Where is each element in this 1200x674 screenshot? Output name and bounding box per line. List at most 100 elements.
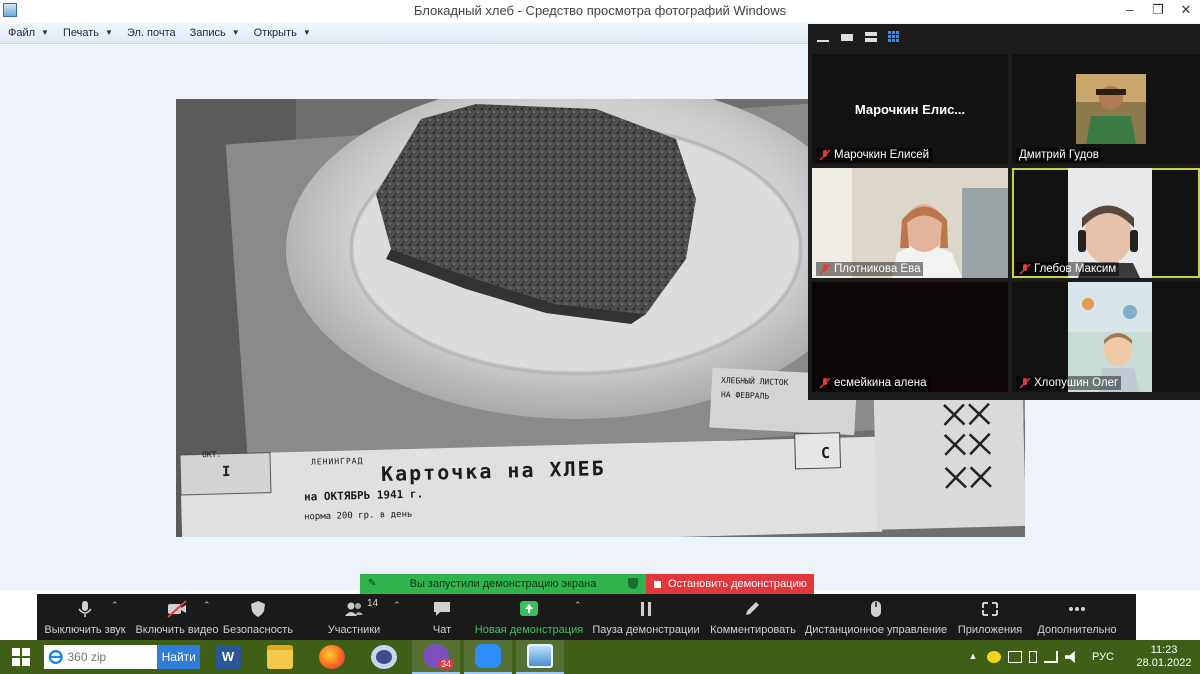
- video-off-icon: [167, 600, 187, 618]
- mic-muted-icon: [1019, 377, 1031, 389]
- taskbar-search: Найти: [44, 645, 200, 669]
- new-share-button[interactable]: ⌃ Новая демонстрация: [471, 594, 587, 640]
- menu-file[interactable]: Файл ▼: [8, 27, 49, 39]
- small-card-line2: НА ФЕВРАЛЬ: [720, 390, 770, 401]
- mute-button[interactable]: ⌃ Выключить звук: [37, 594, 133, 640]
- clock-time: 11:23: [1150, 644, 1178, 656]
- menu-email[interactable]: Эл. почта: [127, 27, 176, 39]
- participant-name: Марочкин Елисей: [834, 149, 930, 161]
- remote-control-button[interactable]: Дистанционное управление: [801, 594, 951, 640]
- more-button[interactable]: Дополнительно: [1029, 594, 1125, 640]
- taskbar-viber[interactable]: 34: [412, 640, 460, 674]
- chevron-up-icon[interactable]: ⌃: [393, 600, 401, 611]
- card-city: ЛЕНИНГРАД: [310, 456, 364, 467]
- close-button[interactable]: ✕: [1172, 0, 1200, 22]
- pencil-icon: [746, 602, 759, 615]
- share-status-message[interactable]: ✎ Вы запустили демонстрацию экрана: [360, 574, 646, 594]
- taskbar-zoom[interactable]: [464, 640, 512, 674]
- restore-button[interactable]: ❐: [1144, 0, 1172, 22]
- participant-name: есмейкина алена: [834, 377, 927, 389]
- app-tray-icon[interactable]: [986, 651, 1001, 663]
- participant-tile[interactable]: есмейкина алена: [812, 282, 1008, 392]
- chat-icon: [434, 602, 450, 616]
- title-bar: Блокадный хлеб - Средство просмотра фото…: [0, 0, 1200, 22]
- wifi-icon[interactable]: [1043, 651, 1058, 663]
- control-label: Новая демонстрация: [474, 624, 584, 636]
- hide-video-icon[interactable]: [840, 31, 854, 43]
- chevron-down-icon: ▼: [231, 28, 240, 37]
- windows-logo-icon: [12, 648, 30, 666]
- menu-burn[interactable]: Запись ▼: [190, 27, 240, 39]
- volume-icon[interactable]: [1064, 651, 1075, 663]
- participant-tile[interactable]: Хлопушин Олег: [1012, 282, 1200, 392]
- mouse-icon: [871, 601, 881, 617]
- card-number: I: [221, 463, 231, 481]
- settings-icon: [371, 645, 397, 669]
- internet-explorer-icon: [48, 649, 63, 665]
- control-label: Включить видео: [135, 624, 219, 636]
- stop-share-label: Остановить демонстрацию: [668, 578, 807, 590]
- search-button[interactable]: Найти: [157, 645, 200, 669]
- start-video-button[interactable]: ⌃ Включить видео: [133, 594, 221, 640]
- share-screen-icon: [520, 601, 538, 616]
- taskbar-explorer[interactable]: [256, 640, 304, 674]
- pin-icon: ✎: [368, 578, 377, 589]
- control-label: Комментировать: [710, 624, 796, 636]
- shield-icon: [628, 578, 638, 589]
- taskbar-photo-viewer[interactable]: [516, 640, 564, 674]
- pause-share-button[interactable]: Пауза демонстрации: [587, 594, 705, 640]
- security-button[interactable]: Безопасность: [221, 594, 295, 640]
- system-tray: ▲ РУС 11:23 28.01.2022: [966, 640, 1200, 674]
- search-input[interactable]: [67, 650, 158, 664]
- photo-viewer-icon: [527, 644, 553, 668]
- apps-icon: [982, 602, 998, 616]
- gallery-view-icon[interactable]: [888, 31, 902, 43]
- taskbar-firefox[interactable]: [308, 640, 356, 674]
- participants-button[interactable]: 14 ⌃ Участники: [295, 594, 413, 640]
- viber-badge: 34: [437, 659, 454, 669]
- windows-taskbar: Найти W 34 ▲ РУС 11:23 28.01.2022: [0, 640, 1200, 674]
- stop-share-button[interactable]: Остановить демонстрацию: [646, 574, 814, 594]
- participant-tile-active-speaker[interactable]: Глебов Максим: [1012, 168, 1200, 278]
- menu-print[interactable]: Печать ▼: [63, 27, 113, 39]
- chevron-up-icon[interactable]: ⌃: [111, 600, 119, 611]
- annotate-button[interactable]: Комментировать: [705, 594, 801, 640]
- apps-button[interactable]: Приложения: [951, 594, 1029, 640]
- input-language[interactable]: РУС: [1092, 651, 1114, 663]
- participant-count: 14: [367, 598, 379, 609]
- menu-open[interactable]: Открыть ▼: [254, 27, 311, 39]
- chevron-up-icon[interactable]: ⌃: [574, 600, 582, 611]
- speaker-view-icon[interactable]: [864, 31, 878, 43]
- participant-tile[interactable]: Дмитрий Гудов: [1012, 54, 1200, 164]
- network-icon[interactable]: [1007, 651, 1022, 663]
- menu-print-label: Печать: [62, 26, 100, 39]
- chat-button[interactable]: Чат: [413, 594, 471, 640]
- clock[interactable]: 11:23 28.01.2022: [1128, 644, 1200, 670]
- control-label: Безопасность: [222, 624, 294, 636]
- card-label: ОКТ.: [201, 449, 222, 460]
- control-label: Участники: [327, 624, 381, 636]
- participant-tile[interactable]: Плотникова Ева: [812, 168, 1008, 278]
- minimize-panel-icon[interactable]: [816, 31, 830, 43]
- control-label: Пауза демонстрации: [592, 624, 700, 636]
- zoom-icon: [475, 644, 501, 668]
- taskbar-settings[interactable]: [360, 640, 408, 674]
- chevron-down-icon: ▼: [105, 28, 113, 37]
- window-title: Блокадный хлеб - Средство просмотра фото…: [413, 3, 787, 18]
- participant-name: Глебов Максим: [1034, 263, 1117, 275]
- mic-muted-icon: [819, 149, 831, 161]
- show-hidden-icons-icon[interactable]: ▲: [966, 651, 980, 663]
- participant-name-row: Глебов Максим: [1016, 262, 1120, 276]
- start-button[interactable]: [0, 640, 42, 674]
- minimize-button[interactable]: –: [1116, 0, 1144, 22]
- participant-name: Плотникова Ева: [834, 263, 921, 275]
- chevron-up-icon[interactable]: ⌃: [203, 600, 211, 611]
- participant-name: Дмитрий Гудов: [1019, 149, 1099, 161]
- battery-icon[interactable]: [1028, 651, 1037, 663]
- mic-muted-icon: [819, 263, 831, 275]
- taskbar-word[interactable]: W: [204, 640, 252, 674]
- control-label: Дистанционное управление: [804, 624, 948, 636]
- stop-icon: [654, 580, 661, 588]
- participant-tile[interactable]: Марочкин Елис... Марочкин Елисей: [812, 54, 1008, 164]
- mic-muted-icon: [1019, 263, 1031, 275]
